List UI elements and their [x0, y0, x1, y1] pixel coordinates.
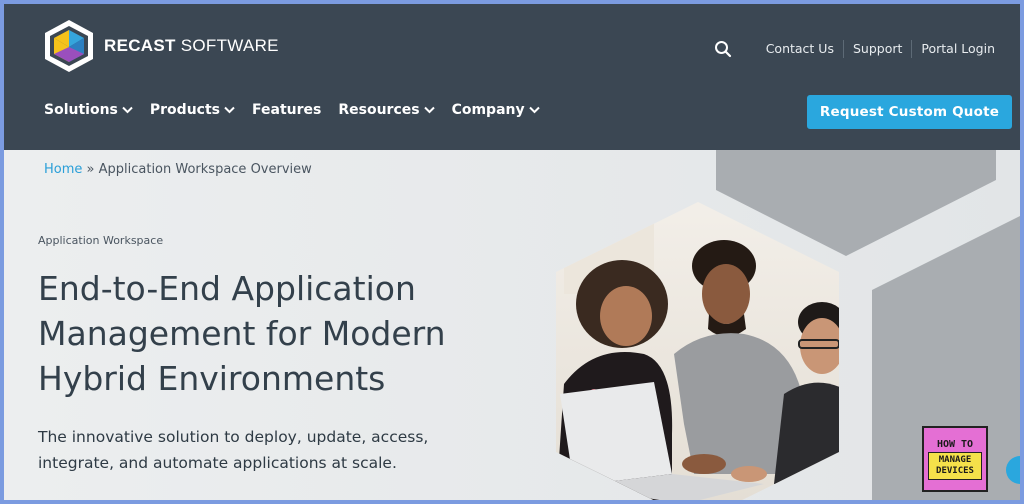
utility-nav: Contact Us Support Portal Login [757, 40, 1004, 58]
watermark-box: MANAGE DEVICES [928, 451, 982, 480]
nav-item-solutions[interactable]: Solutions [44, 102, 133, 118]
page-frame: RECAST SOFTWARE Contact Us Support Porta… [4, 4, 1020, 500]
nav-item-label: Features [252, 102, 322, 118]
watermark-line1: HOW TO [936, 438, 974, 450]
watermark-line3: DEVICES [936, 465, 974, 476]
hero-eyebrow: Application Workspace [38, 234, 164, 247]
main-nav: Solutions Products Features Resources Co… [44, 102, 557, 118]
breadcrumb-home-link[interactable]: Home [44, 162, 82, 177]
chevron-down-icon [528, 106, 540, 114]
nav-item-label: Solutions [44, 102, 118, 118]
breadcrumb: Home » Application Workspace Overview [44, 162, 312, 177]
portal-login-link[interactable]: Portal Login [911, 40, 1004, 58]
contact-us-link[interactable]: Contact Us [757, 40, 843, 58]
hero-subhead: The innovative solution to deploy, updat… [38, 428, 429, 472]
site-header: RECAST SOFTWARE Contact Us Support Porta… [4, 4, 1020, 150]
support-link[interactable]: Support [842, 40, 911, 58]
recast-hexagon-logo-icon [45, 20, 93, 72]
breadcrumb-current: Application Workspace Overview [98, 162, 312, 177]
nav-item-label: Products [149, 102, 220, 118]
breadcrumb-separator: » [82, 162, 99, 177]
nav-item-label: Company [451, 102, 525, 118]
nav-item-label: Resources [338, 102, 420, 118]
chevron-down-icon [122, 106, 133, 114]
search-icon[interactable] [714, 40, 732, 58]
brand-logo[interactable]: RECAST SOFTWARE [42, 18, 279, 74]
how-to-manage-devices-watermark: HOW TO MANAGE DEVICES [922, 426, 988, 492]
request-quote-button[interactable]: Request Custom Quote [807, 95, 1012, 129]
watermark-line2: MANAGE [938, 454, 972, 465]
chevron-down-icon [423, 106, 435, 114]
page-title: End-to-End Application Management for Mo… [38, 269, 446, 398]
nav-item-resources[interactable]: Resources [338, 102, 435, 118]
nav-item-features[interactable]: Features [252, 102, 321, 118]
chevron-down-icon [224, 106, 235, 114]
nav-item-products[interactable]: Products [150, 102, 235, 118]
nav-item-company[interactable]: Company [452, 102, 540, 118]
brand-wordmark: RECAST SOFTWARE [104, 36, 279, 55]
